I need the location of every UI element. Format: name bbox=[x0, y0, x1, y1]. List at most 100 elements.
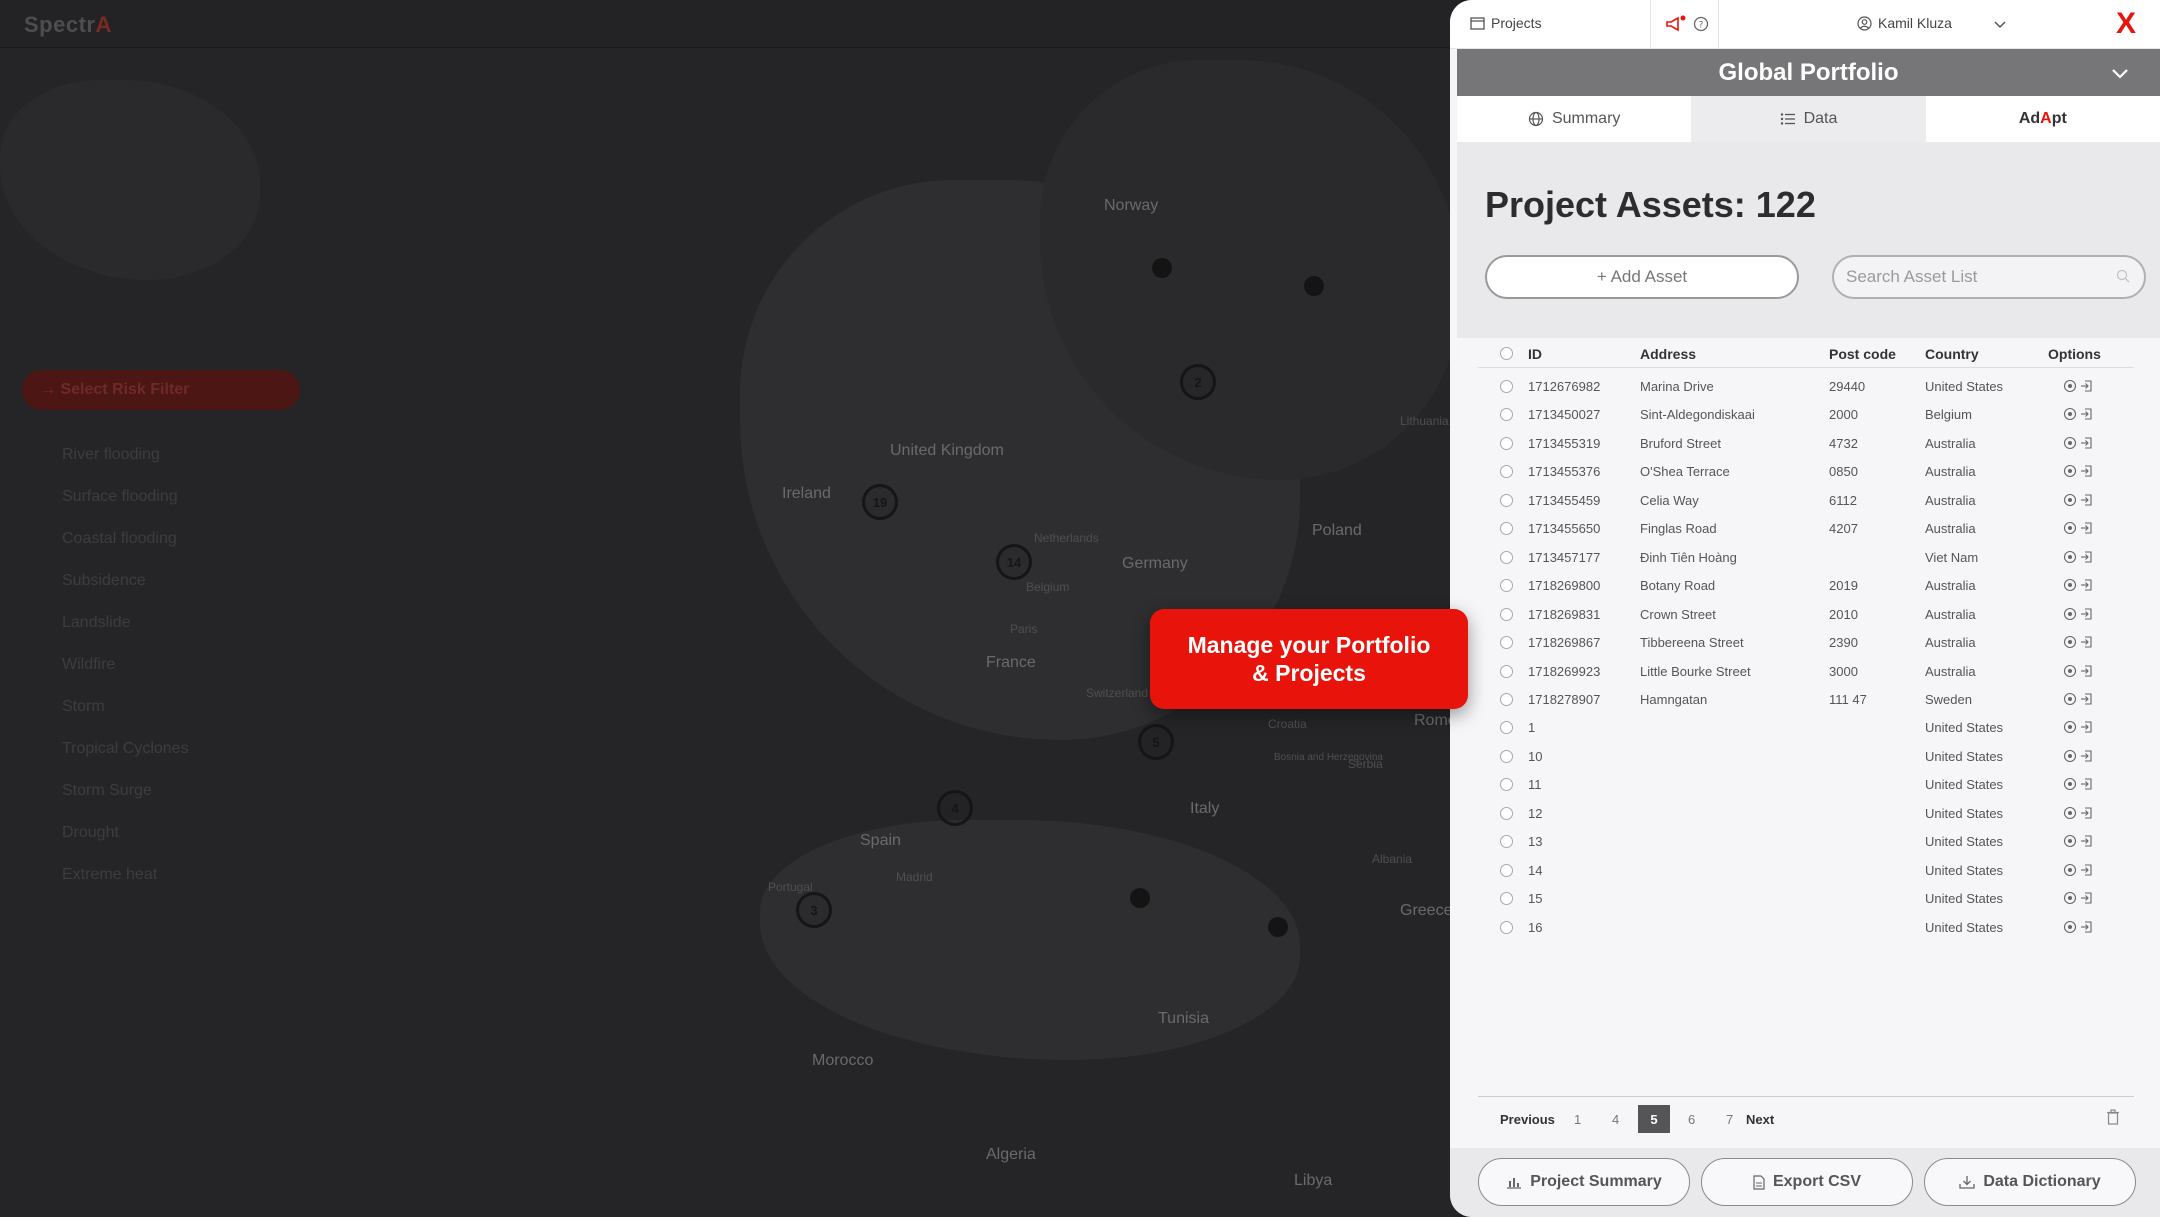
table-row[interactable]: 1718269923 Little Bourke Street 3000 Austra… bbox=[1478, 657, 2134, 686]
open-icon[interactable] bbox=[2080, 550, 2094, 564]
view-icon[interactable] bbox=[2063, 521, 2077, 535]
row-select-radio[interactable] bbox=[1500, 408, 1513, 422]
app-logo[interactable]: SpectrA bbox=[24, 12, 112, 38]
table-row[interactable]: 1713455319 Bruford Street 4732 Australia bbox=[1478, 429, 2134, 458]
view-icon[interactable] bbox=[2063, 692, 2077, 706]
trash-icon[interactable] bbox=[2106, 1109, 2120, 1125]
risk-item[interactable]: Drought bbox=[62, 824, 119, 842]
table-row[interactable]: 1718269831 Crown Street 2010 Australia bbox=[1478, 600, 2134, 629]
map-marker[interactable] bbox=[1304, 276, 1324, 296]
row-select-radio[interactable] bbox=[1500, 892, 1513, 906]
open-icon[interactable] bbox=[2080, 749, 2094, 763]
view-icon[interactable] bbox=[2063, 379, 2077, 393]
table-row[interactable]: 12 United States bbox=[1478, 799, 2134, 828]
view-icon[interactable] bbox=[2063, 863, 2077, 877]
projects-button[interactable]: Projects bbox=[1470, 15, 1542, 31]
open-icon[interactable] bbox=[2080, 806, 2094, 820]
row-select-radio[interactable] bbox=[1500, 579, 1513, 593]
row-select-radio[interactable] bbox=[1500, 664, 1513, 678]
map-marker[interactable] bbox=[1268, 917, 1288, 937]
portfolio-selector[interactable]: Global Portfolio bbox=[1457, 49, 2160, 96]
page-button[interactable]: 7 bbox=[1726, 1105, 1733, 1133]
open-icon[interactable] bbox=[2080, 920, 2094, 934]
map-cluster[interactable]: 19 bbox=[862, 484, 898, 520]
risk-item[interactable]: Subsidence bbox=[62, 572, 146, 590]
table-row[interactable]: 15 United States bbox=[1478, 884, 2134, 913]
risk-item[interactable]: Tropical Cyclones bbox=[62, 740, 189, 758]
help-button[interactable]: ? bbox=[1690, 13, 1712, 35]
table-row[interactable]: 1713457177 Đinh Tiên Hoàng Viet Nam bbox=[1478, 543, 2134, 572]
current-page-button[interactable]: 5 bbox=[1638, 1105, 1670, 1133]
open-icon[interactable] bbox=[2080, 720, 2094, 734]
map-marker[interactable] bbox=[1130, 888, 1150, 908]
row-select-radio[interactable] bbox=[1500, 522, 1513, 536]
table-row[interactable]: 1 United States bbox=[1478, 713, 2134, 742]
risk-item[interactable]: Coastal flooding bbox=[62, 530, 177, 548]
select-risk-filter-button[interactable]: → Select Risk Filter bbox=[22, 370, 300, 410]
search-input[interactable] bbox=[1846, 267, 2106, 287]
tab-adapt[interactable]: AdApt bbox=[1925, 96, 2160, 142]
view-icon[interactable] bbox=[2063, 806, 2077, 820]
announcements-button[interactable] bbox=[1665, 13, 1687, 35]
row-select-radio[interactable] bbox=[1500, 550, 1513, 564]
view-icon[interactable] bbox=[2063, 436, 2077, 450]
previous-page-button[interactable]: Previous bbox=[1500, 1105, 1555, 1133]
project-summary-button[interactable]: Project Summary bbox=[1478, 1158, 1690, 1206]
open-icon[interactable] bbox=[2080, 607, 2094, 621]
data-dictionary-button[interactable]: Data Dictionary bbox=[1924, 1158, 2136, 1206]
table-row[interactable]: 11 United States bbox=[1478, 770, 2134, 799]
export-csv-button[interactable]: Export CSV bbox=[1701, 1158, 1913, 1206]
row-select-radio[interactable] bbox=[1500, 465, 1513, 479]
row-select-radio[interactable] bbox=[1500, 920, 1513, 934]
view-icon[interactable] bbox=[2063, 407, 2077, 421]
view-icon[interactable] bbox=[2063, 664, 2077, 678]
open-icon[interactable] bbox=[2080, 493, 2094, 507]
open-icon[interactable] bbox=[2080, 777, 2094, 791]
open-icon[interactable] bbox=[2080, 436, 2094, 450]
table-row[interactable]: 13 United States bbox=[1478, 827, 2134, 856]
open-icon[interactable] bbox=[2080, 464, 2094, 478]
open-icon[interactable] bbox=[2080, 692, 2094, 706]
add-asset-button[interactable]: + Add Asset bbox=[1485, 255, 1799, 299]
table-row[interactable]: 1718269800 Botany Road 2019 Australia bbox=[1478, 571, 2134, 600]
open-icon[interactable] bbox=[2080, 863, 2094, 877]
chevron-down-icon[interactable] bbox=[1990, 14, 2010, 34]
risk-item[interactable]: Extreme heat bbox=[62, 866, 157, 884]
page-button[interactable]: 4 bbox=[1612, 1105, 1619, 1133]
row-select-radio[interactable] bbox=[1500, 692, 1513, 706]
view-icon[interactable] bbox=[2063, 493, 2077, 507]
risk-item[interactable]: Storm Surge bbox=[62, 782, 152, 800]
view-icon[interactable] bbox=[2063, 464, 2077, 478]
open-icon[interactable] bbox=[2080, 834, 2094, 848]
row-select-radio[interactable] bbox=[1500, 778, 1513, 792]
open-icon[interactable] bbox=[2080, 635, 2094, 649]
risk-item[interactable]: River flooding bbox=[62, 446, 160, 464]
row-select-radio[interactable] bbox=[1500, 493, 1513, 507]
risk-item[interactable]: Surface flooding bbox=[62, 488, 178, 506]
map-marker[interactable] bbox=[1152, 258, 1172, 278]
map-cluster[interactable]: 3 bbox=[796, 892, 832, 928]
row-select-radio[interactable] bbox=[1500, 806, 1513, 820]
column-header-country[interactable]: Country bbox=[1925, 346, 1979, 362]
view-icon[interactable] bbox=[2063, 607, 2077, 621]
column-header-id[interactable]: ID bbox=[1528, 346, 1542, 362]
table-row[interactable]: 14 United States bbox=[1478, 856, 2134, 885]
column-header-post-code[interactable]: Post code bbox=[1829, 346, 1896, 362]
open-icon[interactable] bbox=[2080, 521, 2094, 535]
table-row[interactable]: 1712676982 Marina Drive 29440 United States bbox=[1478, 372, 2134, 401]
page-button[interactable]: 6 bbox=[1688, 1105, 1695, 1133]
table-row[interactable]: 10 United States bbox=[1478, 742, 2134, 771]
view-icon[interactable] bbox=[2063, 891, 2077, 905]
map-cluster[interactable]: 5 bbox=[1138, 724, 1174, 760]
tab-summary[interactable]: Summary bbox=[1457, 96, 1692, 142]
row-select-radio[interactable] bbox=[1500, 835, 1513, 849]
view-icon[interactable] bbox=[2063, 578, 2077, 592]
view-icon[interactable] bbox=[2063, 834, 2077, 848]
risk-item[interactable]: Storm bbox=[62, 698, 105, 716]
row-select-radio[interactable] bbox=[1500, 721, 1513, 735]
table-row[interactable]: 1718278907 Hamngatan 111 47 Sweden bbox=[1478, 685, 2134, 714]
table-row[interactable]: 1713455650 Finglas Road 4207 Australia bbox=[1478, 514, 2134, 543]
view-icon[interactable] bbox=[2063, 777, 2077, 791]
column-header-address[interactable]: Address bbox=[1640, 346, 1696, 362]
open-icon[interactable] bbox=[2080, 407, 2094, 421]
